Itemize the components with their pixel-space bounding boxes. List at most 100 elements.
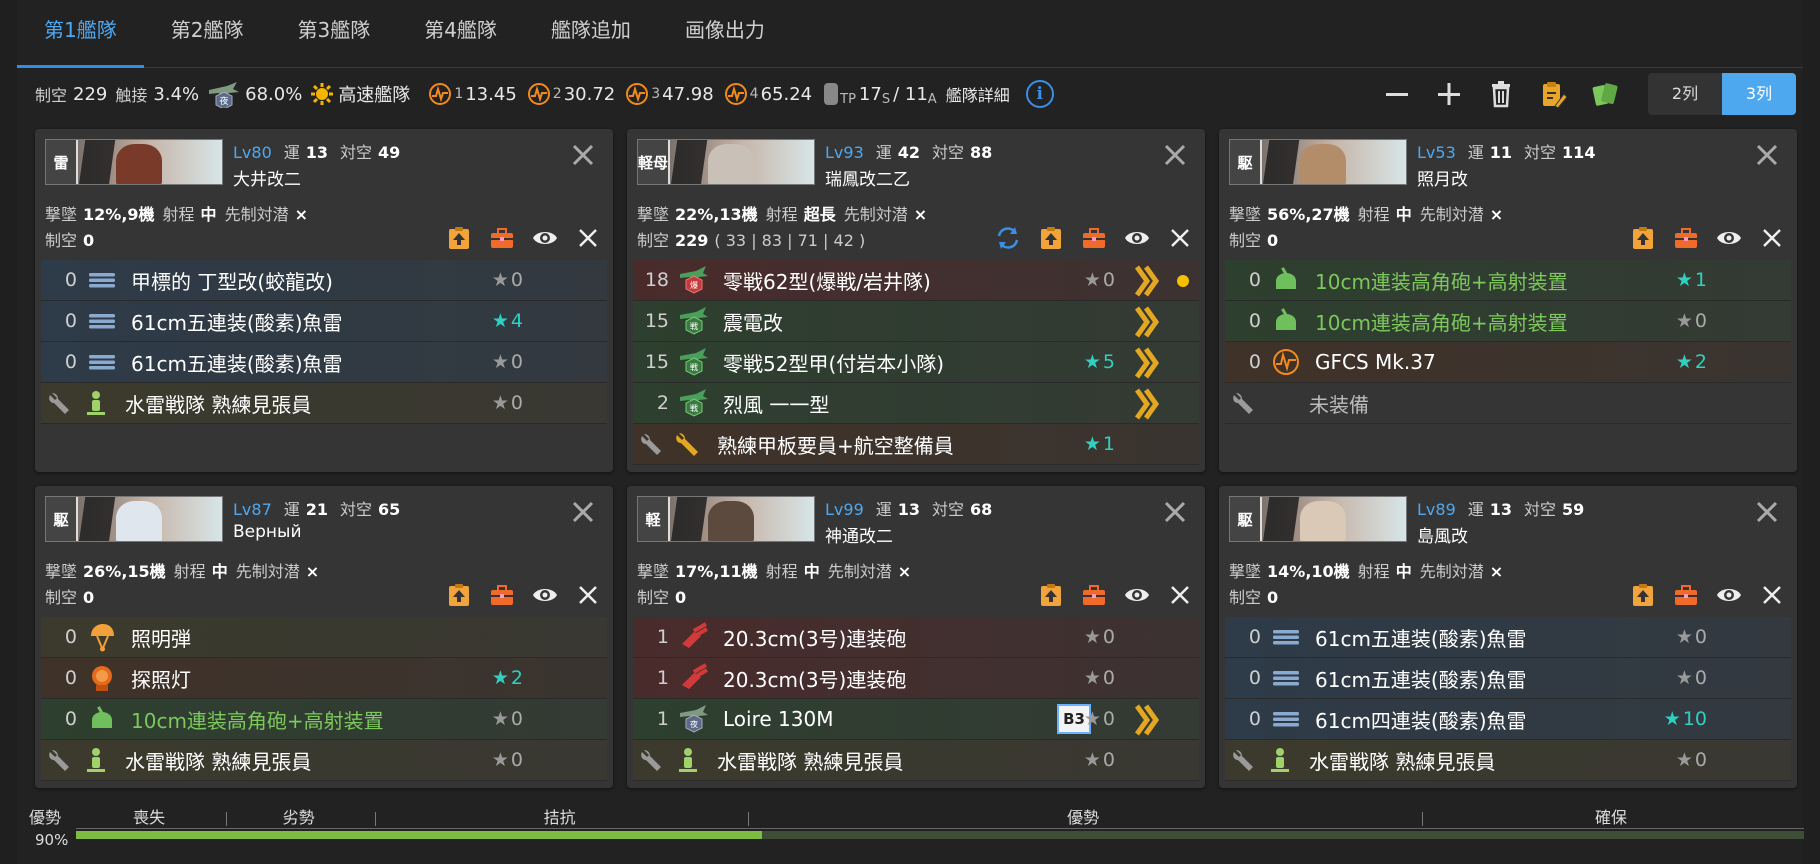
improvement-level[interactable]: ★ 0 [1084,708,1115,730]
ship-banner[interactable]: 駆 [1229,139,1407,185]
slot-count[interactable]: 0 [41,310,77,332]
equipment-slot[interactable]: 0 照明弾 [41,617,607,658]
slot-count[interactable]: 0 [1225,269,1261,291]
toggle-visibility-button[interactable] [1122,580,1152,610]
equipment-slot[interactable]: 1 夜 Loire 130M B3 ★ 0 [633,699,1199,740]
swap-button[interactable] [993,223,1023,253]
ship-banner[interactable]: 駆 [1229,496,1407,542]
improvement-level[interactable]: ★ 1 [1676,269,1707,291]
export-button[interactable] [1628,223,1658,253]
equipment-slot[interactable]: 水雷戦隊 熟練見張員 ★ 0 [41,740,607,781]
tab-fleet-3[interactable]: 第3艦隊 [270,0,397,68]
ship-name[interactable]: Верный [233,522,302,542]
improvement-level[interactable]: ★ 0 [492,749,523,771]
improvement-level[interactable]: ★ 2 [492,667,523,689]
equipment-slot[interactable]: 0 10cm連装高角砲+高射装置 ★ 1 [1225,260,1791,301]
ship-level[interactable]: Lv53 [1417,143,1456,162]
remove-ship-button[interactable] [1753,498,1781,526]
equipment-set-button[interactable] [1079,580,1109,610]
equipment-slot[interactable]: 0 甲標的 丁型改(蛟龍改) ★ 0 [41,260,607,301]
tab-image-export[interactable]: 画像出力 [658,0,792,68]
equipment-slot[interactable]: 水雷戦隊 熟練見張員 ★ 0 [1225,740,1791,781]
equipment-set-button[interactable] [1079,223,1109,253]
clear-equipment-button[interactable] [573,223,603,253]
ship-banner[interactable]: 駆 [45,496,223,542]
export-button[interactable] [444,223,474,253]
equipment-slot[interactable]: 熟練甲板要員+航空整備員 ★ 1 [633,424,1199,465]
equipment-slot[interactable]: 0 61cm五連装(酸素)魚雷 ★ 0 [1225,617,1791,658]
improvement-level[interactable]: ★ 0 [1084,269,1115,291]
equipment-set-button[interactable] [487,580,517,610]
improvement-level[interactable]: ★ 2 [1676,351,1707,373]
two-columns-button[interactable]: 2列 [1648,73,1722,115]
clear-equipment-button[interactable] [1757,580,1787,610]
equipment-slot[interactable]: 1 20.3cm(3号)連装砲 ★ 0 [633,658,1199,699]
ship-name[interactable]: 島風改 [1417,522,1468,547]
remove-ship-button[interactable] [569,141,597,169]
slot-count[interactable]: 18 [633,269,669,291]
ship-level[interactable]: Lv93 [825,143,864,162]
clear-equipment-button[interactable] [573,580,603,610]
improvement-level[interactable]: ★ 0 [1676,749,1707,771]
improvement-level[interactable]: ★ 0 [1084,749,1115,771]
slot-count[interactable]: 0 [41,626,77,648]
remove-ship-button[interactable] [1161,498,1189,526]
equipment-slot[interactable]: 水雷戦隊 熟練見張員 ★ 0 [41,383,607,424]
tab-fleet-1[interactable]: 第1艦隊 [17,0,144,68]
equipment-slot[interactable]: 未装備 [1225,383,1791,424]
slot-count[interactable]: 0 [41,708,77,730]
edit-note-button[interactable] [1532,76,1574,112]
clear-equipment-button[interactable] [1165,223,1195,253]
ship-name[interactable]: 神通改二 [825,522,893,547]
export-button[interactable] [1036,223,1066,253]
cards-button[interactable] [1584,76,1626,112]
ship-name[interactable]: 照月改 [1417,165,1468,190]
equipment-slot[interactable]: 0 61cm五連装(酸素)魚雷 ★ 0 [41,342,607,383]
improvement-level[interactable]: ★ 0 [1676,310,1707,332]
plus-button[interactable] [1428,76,1470,112]
equipment-slot[interactable]: 0 探照灯 ★ 2 [41,658,607,699]
info-icon[interactable]: i [1025,80,1054,108]
slot-count[interactable]: 15 [633,351,669,373]
clear-equipment-button[interactable] [1165,580,1195,610]
ship-banner[interactable]: 軽母 [637,139,815,185]
fleet-detail-link[interactable]: 艦隊詳細 [946,82,1010,106]
improvement-level[interactable]: ★ 0 [1676,667,1707,689]
export-button[interactable] [444,580,474,610]
slot-count[interactable]: 0 [41,667,77,689]
equipment-slot[interactable]: 水雷戦隊 熟練見張員 ★ 0 [633,740,1199,781]
tab-add-fleet[interactable]: 艦隊追加 [524,0,658,68]
proficiency-icon[interactable] [1133,704,1161,736]
proficiency-icon[interactable] [1133,265,1161,297]
equipment-slot[interactable]: 0 10cm連装高角砲+高射装置 ★ 0 [1225,301,1791,342]
improvement-level[interactable]: ★ 0 [1084,626,1115,648]
tab-fleet-4[interactable]: 第4艦隊 [397,0,524,68]
improvement-level[interactable]: ★ 0 [1676,626,1707,648]
ship-level[interactable]: Lv89 [1417,500,1456,519]
improvement-level[interactable]: ★ 1 [1084,433,1115,455]
remove-ship-button[interactable] [1161,141,1189,169]
proficiency-icon[interactable] [1133,347,1161,379]
equipment-slot[interactable]: 0 10cm連装高角砲+高射装置 ★ 0 [41,699,607,740]
improvement-level[interactable]: ★ 0 [492,708,523,730]
ship-level[interactable]: Lv99 [825,500,864,519]
slot-count[interactable]: 0 [1225,667,1261,689]
toggle-visibility-button[interactable] [1122,223,1152,253]
equipment-slot[interactable]: 0 GFCS Mk.37 ★ 2 [1225,342,1791,383]
ship-name[interactable]: 大井改二 [233,165,301,190]
clear-equipment-button[interactable] [1757,223,1787,253]
equipment-set-button[interactable] [1671,223,1701,253]
remove-ship-button[interactable] [1753,141,1781,169]
equipment-slot[interactable]: 2 戦 烈風 一一型 [633,383,1199,424]
improvement-level[interactable]: ★ 0 [1084,667,1115,689]
remove-ship-button[interactable] [569,498,597,526]
improvement-level[interactable]: ★ 10 [1664,708,1707,730]
equipment-slot[interactable]: 0 61cm五連装(酸素)魚雷 ★ 4 [41,301,607,342]
equipment-set-button[interactable] [487,223,517,253]
ship-banner[interactable]: 雷 [45,139,223,185]
slot-count[interactable]: 0 [1225,351,1261,373]
slot-count[interactable]: 0 [41,269,77,291]
equipment-slot[interactable]: 0 61cm四連装(酸素)魚雷 ★ 10 [1225,699,1791,740]
ship-level[interactable]: Lv80 [233,143,272,162]
slot-count[interactable]: 0 [1225,626,1261,648]
